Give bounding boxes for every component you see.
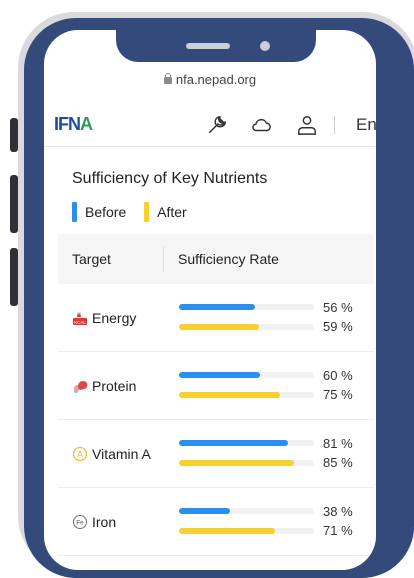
wrench-icon[interactable] <box>206 114 228 136</box>
url-text: nfa.nepad.org <box>175 72 257 87</box>
after-bar <box>179 324 314 330</box>
ifna-logo[interactable]: IFNA <box>54 114 93 135</box>
app-header: IFNA En <box>44 102 376 147</box>
svg-text:Fe: Fe <box>76 520 84 527</box>
after-value: 75 % <box>323 387 353 402</box>
after-bar <box>179 392 314 398</box>
table-row-protein: Protein 60 % 75 % <box>58 352 374 420</box>
table-row-iron: Fe Iron 38 % 71 % <box>58 488 374 556</box>
legend-before-swatch <box>72 202 77 222</box>
side-button-volume-down <box>10 248 18 306</box>
table-row-energy: KCAL Energy 56 % 59 % <box>58 284 374 352</box>
vitamin-a-icon: A <box>72 446 88 462</box>
before-bar <box>179 372 314 378</box>
column-header-target: Target <box>72 251 111 267</box>
after-value: 85 % <box>323 455 353 470</box>
before-bar <box>179 440 314 446</box>
after-value: 59 % <box>323 319 353 334</box>
speaker <box>186 43 230 49</box>
user-icon[interactable] <box>296 114 318 136</box>
energy-kcal-icon: KCAL <box>72 310 88 326</box>
legend-after: After <box>144 202 187 222</box>
svg-text:KCAL: KCAL <box>74 320 86 325</box>
page-title: Sufficiency of Key Nutrients <box>72 170 268 187</box>
column-separator <box>163 246 164 272</box>
side-button-mute <box>10 118 18 152</box>
table-header: Target Sufficiency Rate <box>58 234 374 284</box>
camera <box>260 41 270 51</box>
iron-fe-icon: Fe <box>72 514 88 530</box>
url-bar[interactable]: nfa.nepad.org <box>44 72 376 87</box>
nutrient-name: A Vitamin A <box>72 446 151 462</box>
phone-screen: nfa.nepad.org IFNA En Sufficiency of Key… <box>44 30 376 570</box>
protein-icon <box>72 378 88 394</box>
legend: Before After <box>72 202 201 225</box>
cloud-icon[interactable] <box>250 114 272 136</box>
legend-after-swatch <box>144 202 150 222</box>
table-row-vitamin-a: A Vitamin A 81 % 85 % <box>58 420 374 488</box>
before-value: 81 % <box>323 436 353 451</box>
svg-text:A: A <box>77 450 83 460</box>
nutrient-name: KCAL Energy <box>72 310 136 326</box>
legend-before: Before <box>72 202 126 222</box>
column-header-rate: Sufficiency Rate <box>178 251 279 267</box>
before-bar <box>179 508 314 514</box>
header-divider <box>334 116 335 134</box>
nutrient-name: Protein <box>72 378 136 394</box>
before-value: 56 % <box>323 300 353 315</box>
before-value: 38 % <box>323 504 353 519</box>
before-bar <box>179 304 314 310</box>
nutrient-name: Fe Iron <box>72 514 116 530</box>
notch <box>116 30 316 62</box>
legend-after-label: After <box>157 204 187 220</box>
before-value: 60 % <box>323 368 353 383</box>
side-button-volume-up <box>10 175 18 233</box>
lock-icon <box>163 73 172 84</box>
after-bar <box>179 528 314 534</box>
legend-before-label: Before <box>85 204 127 220</box>
after-value: 71 % <box>323 523 353 538</box>
language-selector[interactable]: En <box>356 115 376 135</box>
after-bar <box>179 460 314 466</box>
